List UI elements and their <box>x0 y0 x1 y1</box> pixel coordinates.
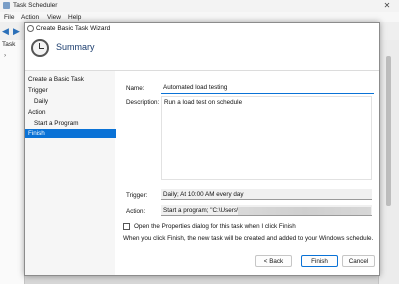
open-properties-checkbox[interactable] <box>123 223 130 230</box>
redacted-path <box>238 207 371 215</box>
name-field[interactable]: Automated load testing <box>161 82 374 94</box>
close-icon[interactable]: ✕ <box>381 1 393 11</box>
task-scheduler-icon <box>3 2 10 9</box>
menu-help[interactable]: Help <box>68 14 81 21</box>
back-arrow-icon[interactable]: ◀ <box>2 26 12 36</box>
step-trigger[interactable]: Trigger <box>28 86 112 95</box>
finish-note: When you click Finish, the new task will… <box>123 235 374 242</box>
menu-action[interactable]: Action <box>21 14 39 21</box>
app-titlebar <box>0 0 399 12</box>
step-start-a-program[interactable]: Start a Program <box>34 119 112 128</box>
wizard-header: Summary <box>25 35 379 71</box>
scrollbar[interactable] <box>386 56 391 206</box>
page-title: Summary <box>56 42 95 52</box>
forward-arrow-icon[interactable]: ▶ <box>13 26 23 36</box>
trigger-field: Daily; At 10:00 AM every day <box>161 189 372 200</box>
description-field[interactable]: Run a load test on schedule <box>161 96 372 180</box>
menu-file[interactable]: File <box>4 14 14 21</box>
description-label: Description: <box>126 99 160 106</box>
menu-view[interactable]: View <box>47 14 61 21</box>
wizard-steps: Create a Basic Task Trigger Daily Action… <box>25 71 116 275</box>
navigation-tree <box>0 40 25 284</box>
wizard-icon <box>27 25 34 32</box>
create-basic-task-wizard: Create Basic Task Wizard Summary Create … <box>24 22 380 276</box>
app-title: Task Scheduler <box>13 2 58 9</box>
step-daily[interactable]: Daily <box>34 97 112 106</box>
open-properties-label[interactable]: Open the Properties dialog for this task… <box>134 223 296 230</box>
back-button[interactable]: < Back <box>255 255 292 267</box>
finish-button[interactable]: Finish <box>301 255 338 267</box>
action-label: Action: <box>126 208 146 215</box>
name-label: Name: <box>126 85 145 92</box>
step-finish[interactable]: Finish <box>25 129 116 138</box>
step-action[interactable]: Action <box>28 108 112 117</box>
cancel-button[interactable]: Cancel <box>342 255 375 267</box>
tree-item-task[interactable]: Task <box>2 41 15 48</box>
clock-icon <box>31 39 49 57</box>
chevron-right-icon[interactable]: › <box>4 52 6 59</box>
trigger-label: Trigger: <box>126 192 148 199</box>
dialog-title: Create Basic Task Wizard <box>36 25 111 32</box>
step-create-basic-task[interactable]: Create a Basic Task <box>28 75 112 84</box>
